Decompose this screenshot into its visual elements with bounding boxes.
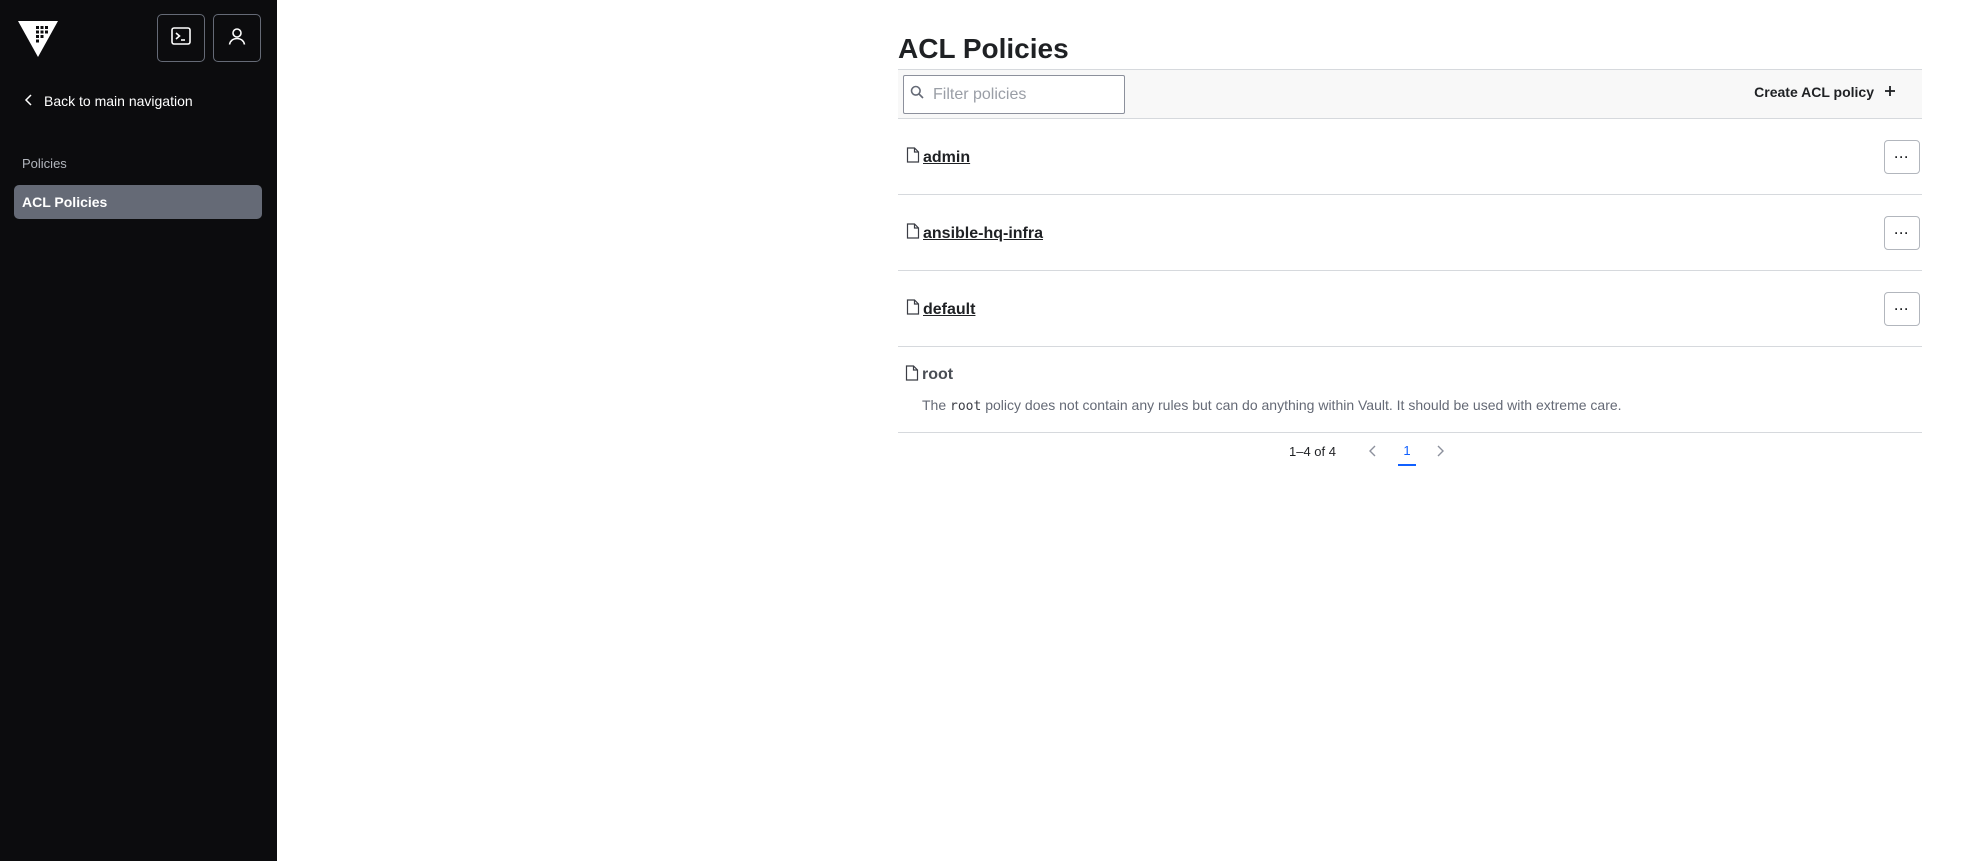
list-item: admin ··· bbox=[898, 119, 1922, 195]
list-item: default ··· bbox=[898, 271, 1922, 347]
console-button[interactable] bbox=[157, 14, 205, 62]
more-options-button[interactable]: ··· bbox=[1884, 216, 1920, 250]
terminal-icon bbox=[170, 25, 192, 52]
chevron-left-icon[interactable] bbox=[1368, 444, 1378, 462]
sidebar-item-acl-policies[interactable]: ACL Policies bbox=[14, 185, 262, 219]
chevron-right-icon[interactable] bbox=[1435, 444, 1445, 462]
root-policy-name: root bbox=[922, 366, 954, 383]
pagination: 1–4 of 4 1 bbox=[898, 433, 1922, 473]
file-icon bbox=[906, 299, 920, 320]
vault-logo-icon[interactable] bbox=[18, 17, 58, 57]
policy-name: admin bbox=[923, 148, 971, 166]
root-policy-description: The root policy does not contain any rul… bbox=[922, 397, 1622, 414]
policy-link-ansible-hq-infra[interactable]: ansible-hq-infra bbox=[906, 223, 1043, 244]
back-nav-label: Back to main navigation bbox=[44, 93, 193, 109]
create-acl-policy-label: Create ACL policy bbox=[1754, 84, 1874, 100]
root-policy-item: root The root policy does not contain an… bbox=[898, 347, 1922, 433]
more-horizontal-icon: ··· bbox=[1894, 150, 1910, 164]
back-to-main-navigation-link[interactable]: Back to main navigation bbox=[24, 93, 193, 109]
file-icon bbox=[906, 223, 920, 244]
more-options-button[interactable]: ··· bbox=[1884, 292, 1920, 326]
plus-icon bbox=[1884, 84, 1896, 100]
policy-link-default[interactable]: default bbox=[906, 299, 975, 320]
file-icon bbox=[906, 147, 920, 168]
more-options-button[interactable]: ··· bbox=[1884, 140, 1920, 174]
chevron-left-icon bbox=[24, 93, 34, 109]
nav-section-heading: Policies bbox=[22, 156, 67, 171]
policy-link-admin[interactable]: admin bbox=[906, 147, 970, 168]
create-acl-policy-button[interactable]: Create ACL policy bbox=[1754, 84, 1896, 100]
file-icon bbox=[905, 365, 919, 386]
toolbar: Create ACL policy bbox=[898, 69, 1922, 119]
more-horizontal-icon: ··· bbox=[1894, 226, 1910, 240]
policy-name: ansible-hq-infra bbox=[923, 224, 1044, 242]
filter-field[interactable] bbox=[903, 75, 1125, 114]
search-icon bbox=[910, 85, 924, 104]
root-desc-suffix: policy does not contain any rules but ca… bbox=[985, 397, 1622, 413]
root-desc-prefix: The bbox=[922, 397, 947, 413]
policy-name: default bbox=[923, 300, 976, 318]
sidebar: Back to main navigation Policies ACL Pol… bbox=[0, 0, 277, 861]
pagination-info: 1–4 of 4 bbox=[1289, 444, 1336, 459]
filter-input[interactable] bbox=[933, 85, 1103, 104]
user-icon bbox=[226, 25, 248, 52]
page-title: ACL Policies bbox=[898, 33, 1069, 64]
root-desc-code: root bbox=[950, 399, 982, 414]
page-number-button[interactable]: 1 bbox=[1398, 443, 1416, 466]
user-menu-button[interactable] bbox=[213, 14, 261, 62]
list-item: ansible-hq-infra ··· bbox=[898, 195, 1922, 271]
more-horizontal-icon: ··· bbox=[1894, 302, 1910, 316]
